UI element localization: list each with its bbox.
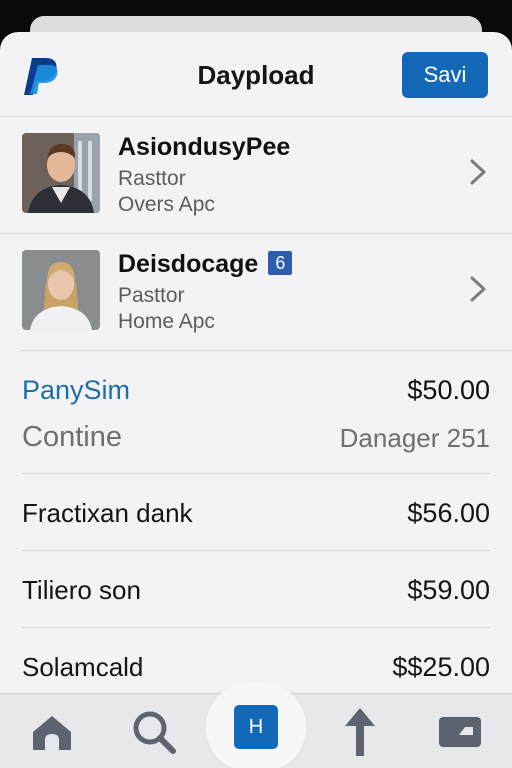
home-icon: [33, 716, 71, 750]
search-icon: [133, 711, 176, 754]
chevron-right-icon: [470, 159, 486, 185]
payment-sheet: Daypload Savi AsiondusyPee Rasttor Overs…: [0, 32, 512, 768]
transaction-label: Fractixan dank: [22, 498, 193, 528]
avatar: [22, 250, 100, 330]
contact-detail: Home Apc: [118, 310, 215, 333]
up-arrow-icon: [345, 708, 375, 756]
transaction-row[interactable]: Tiliero son $59.00: [22, 551, 490, 628]
transaction-row[interactable]: Fractixan dank $56.00: [22, 474, 490, 551]
save-button[interactable]: Savi: [402, 52, 488, 98]
contact-role: Pasttor: [118, 284, 185, 307]
tab-upload[interactable]: [330, 702, 390, 762]
count-badge: 6: [268, 251, 293, 275]
h-icon: H: [234, 705, 278, 749]
header: Daypload Savi: [0, 32, 512, 117]
contact-row[interactable]: Deisdocage 6 Pasttor Home Apc: [20, 234, 512, 351]
transaction-amount: $$25.00: [392, 652, 490, 682]
contact-name-text: Deisdocage: [118, 250, 259, 278]
contact-name: AsiondusyPee: [118, 133, 291, 161]
transaction-label: Tiliero son: [22, 575, 141, 605]
contact-name: Deisdocage 6: [118, 250, 293, 279]
contact-role: Rasttor: [118, 167, 186, 190]
contact-detail: Overs Apc: [118, 193, 215, 216]
contact-row[interactable]: AsiondusyPee Rasttor Overs Apc: [0, 117, 512, 234]
transaction-amount: $59.00: [407, 575, 490, 605]
transaction-amount: $56.00: [407, 498, 490, 528]
wallet-icon: [439, 717, 481, 747]
tab-wallet[interactable]: [430, 702, 490, 762]
payment-summary[interactable]: PanySim $50.00 Contine Danager 251: [22, 351, 490, 474]
transaction-label: Solamcald: [22, 652, 144, 682]
tab-h[interactable]: H: [206, 682, 306, 768]
payment-sub-label: Contine: [22, 421, 122, 453]
payment-amount: $50.00: [407, 375, 490, 405]
tab-search[interactable]: [124, 702, 184, 762]
payment-label: PanySim: [22, 375, 131, 405]
chevron-right-icon: [470, 276, 486, 302]
payment-sub-right: Danager 251: [339, 423, 490, 453]
tab-home[interactable]: [22, 702, 82, 762]
avatar: [22, 133, 100, 213]
tab-bar: H: [0, 682, 512, 768]
